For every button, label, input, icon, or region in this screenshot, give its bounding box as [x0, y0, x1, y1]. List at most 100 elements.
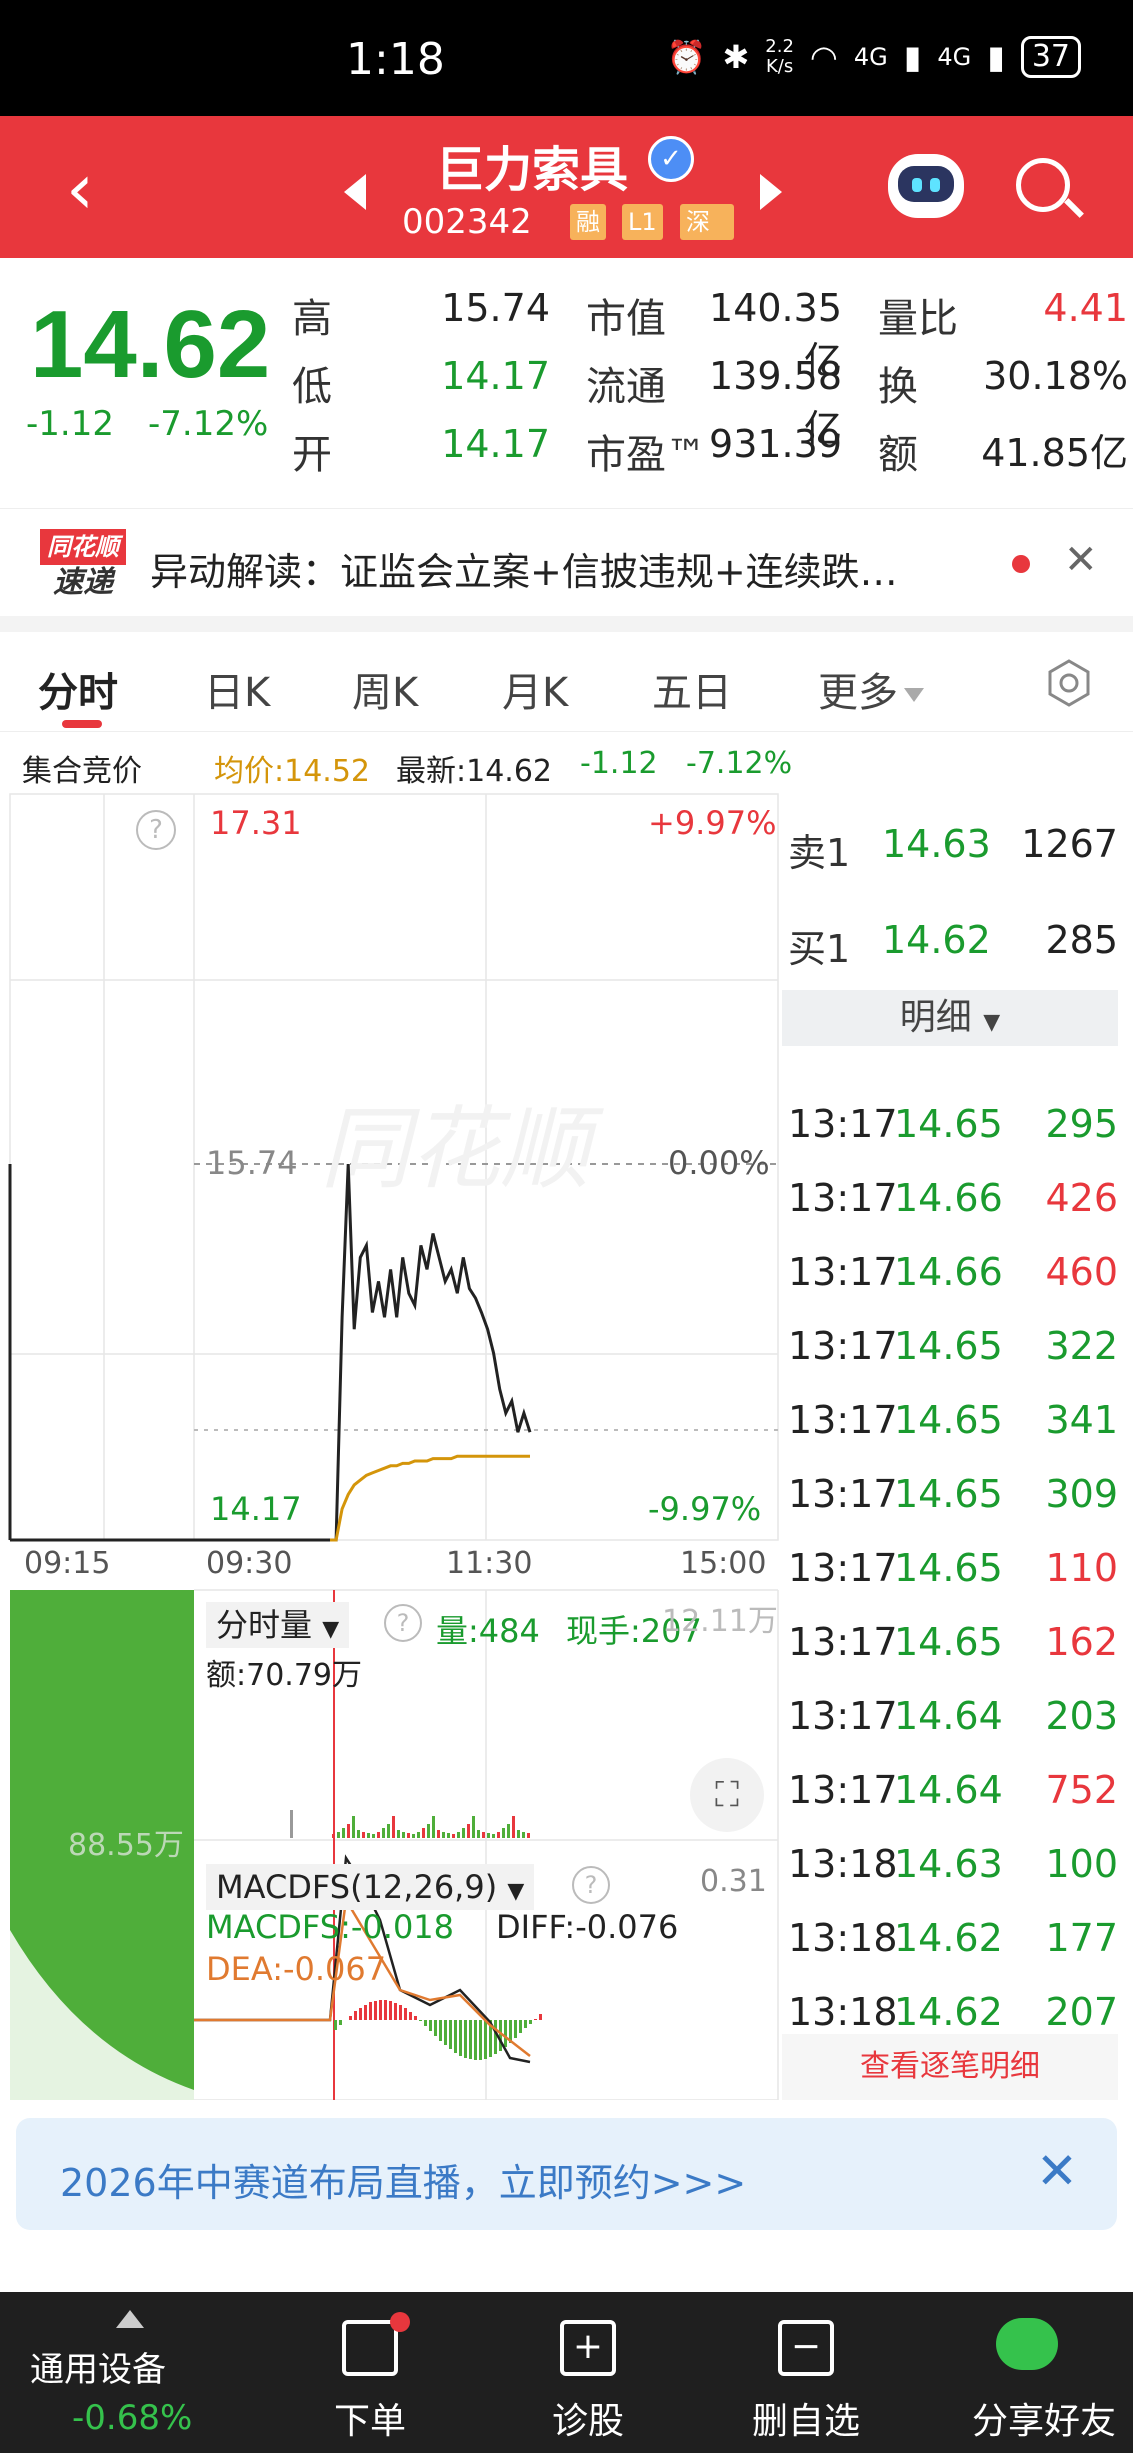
next-stock-arrow-icon[interactable]: [760, 174, 782, 210]
bid-label: 买1: [788, 927, 851, 971]
quote-panel: 14.62 -1.12 -7.12% 高 15.74 市值 140.35亿 量比…: [0, 258, 1133, 498]
trade-volume: 322: [1045, 1324, 1118, 1368]
auction-volume-value: 88.55万: [68, 1828, 184, 1863]
trade-price: 14.65: [894, 1472, 1003, 1516]
news-strip[interactable]: 同花顺 速递 异动解读：证监会立案+信披违规+连续跌… ✕: [0, 508, 1133, 614]
unread-dot-icon: [1012, 555, 1030, 573]
volume-bar: [417, 1832, 420, 1838]
trade-price: 14.65: [894, 1620, 1003, 1664]
close-icon[interactable]: ✕: [1036, 2142, 1078, 2200]
promo-banner[interactable]: 2026年中赛道布局直播，立即预约>>> ✕: [16, 2118, 1117, 2230]
label-amount: 额: [878, 432, 918, 478]
volume-bar: [512, 1816, 515, 1838]
volume-bar: [402, 1832, 405, 1838]
signal-4g-1: 4G: [853, 43, 888, 71]
macd-bar: [374, 2001, 377, 2020]
search-icon[interactable]: [1016, 158, 1070, 212]
volume-bar: [342, 1828, 345, 1838]
volume-bar: [367, 1833, 370, 1838]
trade-volume: 203: [1045, 1694, 1118, 1738]
trade-volume: 162: [1045, 1620, 1118, 1664]
axis-mid-price: 15.74: [206, 1144, 298, 1182]
macd-bar: [534, 2019, 537, 2020]
back-arrow-icon[interactable]: ‹: [66, 154, 94, 224]
nav-diagnose[interactable]: + 诊股: [488, 2292, 688, 2453]
status-time: 1:18: [346, 34, 445, 85]
diff-value: DIFF:-0.076: [496, 1908, 679, 1946]
macd-bar: [434, 2020, 437, 2036]
robot-assistant-icon[interactable]: [888, 154, 964, 218]
wifi-icon: ◠: [809, 38, 838, 76]
expand-up-icon[interactable]: [116, 2310, 144, 2328]
volume-bar: [412, 1834, 415, 1838]
current-price: 14.62: [30, 291, 271, 398]
time-label-1500: 15:00: [680, 1546, 767, 1581]
label-open: 开: [292, 432, 332, 478]
ask-row: 卖1 14.63 1267: [782, 804, 1122, 878]
tab-daily-k[interactable]: 日K: [204, 660, 270, 718]
fullscreen-icon[interactable]: ⛶: [690, 1758, 764, 1832]
tag-market: 深股: [680, 204, 734, 240]
volume-bar: [422, 1828, 425, 1838]
tab-weekly-k[interactable]: 周K: [352, 660, 418, 718]
trade-volume: 110: [1045, 1546, 1118, 1590]
macd-bar: [359, 2008, 362, 2020]
chevron-down-icon: ▼: [322, 1617, 340, 1642]
status-bar: 1:18 ⏰ ✱ 2.2 K/s ◠ 4G ▮ 4G ▮ 37: [0, 0, 1133, 116]
tab-more[interactable]: 更多: [818, 660, 924, 718]
intraday-chart[interactable]: 同花顺 17.31 +9.97% 15.74 0.00% 14.17 -9.97…: [0, 790, 780, 2100]
macd-bar: [449, 2020, 452, 2049]
axis-mid-pct: 0.00%: [668, 1144, 770, 1182]
prev-stock-arrow-icon[interactable]: [344, 174, 366, 210]
volume-indicator-select[interactable]: 分时量 ▼: [206, 1602, 350, 1648]
value-open: 14.17: [441, 422, 550, 466]
tab-monthly-k[interactable]: 月K: [502, 660, 568, 718]
macd-bar: [539, 2014, 542, 2020]
volume-bar: [482, 1832, 485, 1838]
volume-bar: [517, 1830, 520, 1838]
trade-row: 13:18 14.63 100: [782, 1824, 1122, 1898]
macd-bar: [409, 2012, 412, 2020]
macd-indicator-select[interactable]: MACDFS(12,26,9) ▼: [206, 1864, 535, 1910]
banner-text[interactable]: 2026年中赛道布局直播，立即预约>>>: [60, 2152, 746, 2207]
trade-time: 13:17: [788, 1250, 898, 1294]
axis-top-pct: +9.97%: [648, 804, 777, 842]
nav-share[interactable]: 分享好友: [924, 2292, 1133, 2453]
chart-info-line: 集合竞价 均价:14.52 最新:14.62 -1.12 -7.12%: [0, 736, 1133, 792]
stock-name: 巨力索具: [436, 142, 629, 198]
network-speed: 2.2 K/s: [765, 36, 794, 77]
macd-bar: [474, 2020, 477, 2060]
bid-volume: 285: [1045, 918, 1118, 962]
volume-bar: [522, 1832, 525, 1838]
axis-bot-price: 14.17: [210, 1490, 302, 1528]
help-icon[interactable]: ?: [384, 1604, 422, 1642]
volume-bar: [432, 1816, 435, 1838]
tab-five-day[interactable]: 五日: [652, 660, 732, 718]
sector-name[interactable]: 通用设备: [30, 2342, 166, 2391]
detail-dropdown[interactable]: 明细 ▼: [782, 990, 1118, 1046]
tab-intraday[interactable]: 分时: [38, 660, 118, 718]
macdfs-value: MACDFS:-0.018: [206, 1908, 455, 1946]
view-all-trades-button[interactable]: 查看逐笔明细: [782, 2034, 1118, 2100]
macd-bar: [524, 2020, 527, 2028]
settings-gear-icon[interactable]: [1044, 658, 1094, 708]
latest-change: -1.12: [580, 746, 658, 781]
trade-time: 13:17: [788, 1546, 898, 1590]
volume-bar: [407, 1833, 410, 1838]
chevron-down-icon: [904, 688, 924, 702]
trade-row: 13:17 14.65 110: [782, 1528, 1122, 1602]
battery-icon: 37: [1020, 36, 1081, 78]
avg-price-line: [330, 1454, 530, 1542]
trade-time: 13:17: [788, 1102, 898, 1146]
close-icon[interactable]: ✕: [1064, 537, 1098, 583]
help-icon[interactable]: ?: [136, 810, 176, 850]
help-icon[interactable]: ?: [572, 1866, 610, 1904]
nav-remove-watchlist[interactable]: − 删自选: [706, 2292, 906, 2453]
nav-order[interactable]: 下单: [270, 2292, 470, 2453]
trade-row: 13:17 14.65 162: [782, 1602, 1122, 1676]
trade-row: 13:17 14.65 341: [782, 1380, 1122, 1454]
news-headline[interactable]: 异动解读：证监会立案+信披违规+连续跌…: [150, 541, 1010, 596]
label-volratio: 量比: [878, 296, 958, 342]
order-book-panel: 卖1 14.63 1267 买1 14.62 285 明细 ▼ 13:17 14.…: [782, 790, 1133, 2110]
volume-bar: [377, 1832, 380, 1838]
